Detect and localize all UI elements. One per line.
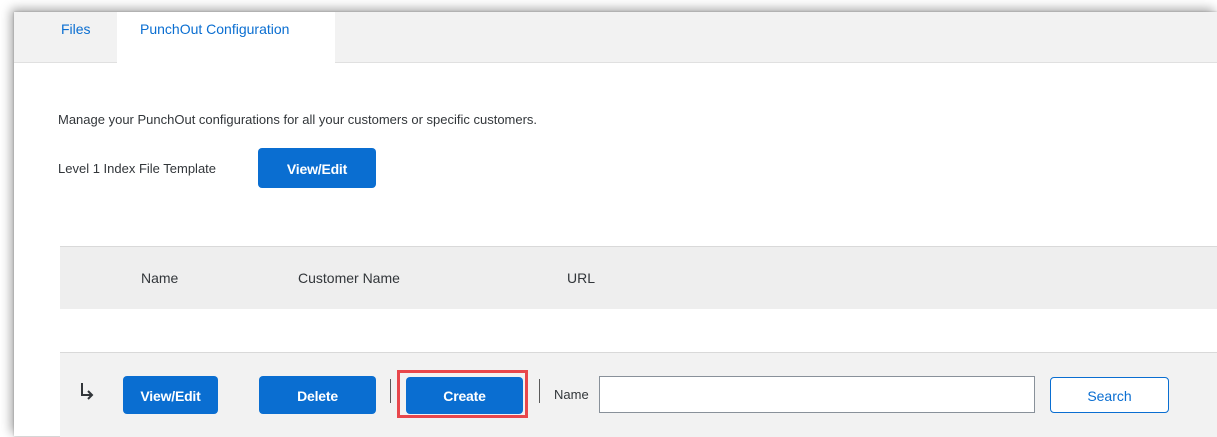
tab-punchout-configuration[interactable]: PunchOut Configuration: [117, 12, 335, 63]
name-filter-input[interactable]: [599, 376, 1035, 413]
level1-view-edit-button[interactable]: View/Edit: [258, 148, 376, 188]
table-header: Name Customer Name URL: [60, 246, 1217, 309]
delete-button[interactable]: Delete: [259, 376, 376, 414]
table-action-bar: View/Edit Delete Create Name Search: [60, 352, 1217, 437]
page-frame: Files PunchOut Configuration Manage your…: [14, 12, 1217, 437]
level1-index-label: Level 1 Index File Template: [58, 161, 217, 176]
toolbar-separator: [539, 379, 540, 403]
page-description: Manage your PunchOut configurations for …: [58, 112, 538, 127]
arrow-down-right-icon: [81, 383, 94, 400]
tab-bar: Files PunchOut Configuration: [14, 12, 1217, 63]
name-filter-label: Name: [554, 387, 589, 402]
view-edit-button[interactable]: View/Edit: [123, 376, 218, 414]
create-button[interactable]: Create: [406, 377, 523, 414]
column-header-url[interactable]: URL: [567, 247, 595, 309]
column-header-customer-name[interactable]: Customer Name: [298, 247, 400, 309]
column-header-name[interactable]: Name: [141, 247, 178, 309]
search-button[interactable]: Search: [1050, 377, 1169, 413]
tab-files[interactable]: Files: [61, 12, 91, 62]
toolbar-separator: [390, 379, 391, 403]
